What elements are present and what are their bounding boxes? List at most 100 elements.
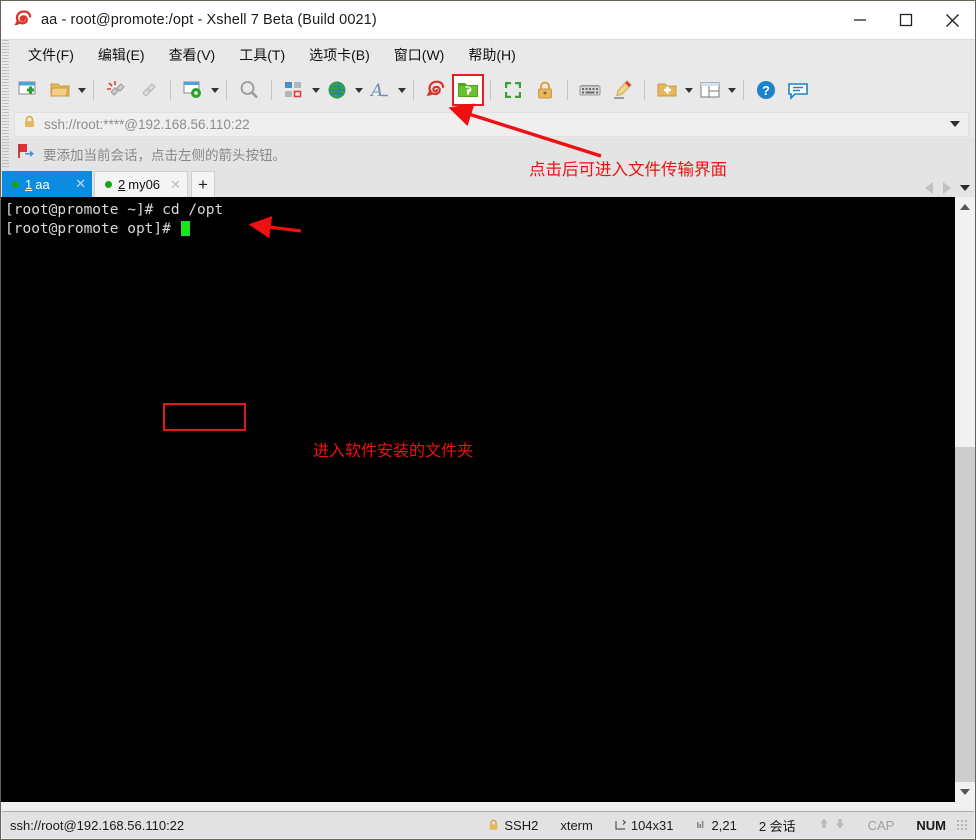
menu-item-file[interactable]: 文件(F) (18, 41, 84, 69)
toolbar-separator (644, 80, 645, 100)
globe-dropdown-icon[interactable] (353, 75, 364, 105)
svg-text:A: A (369, 81, 383, 101)
chevron-down-icon[interactable] (950, 121, 960, 127)
new-tab-button[interactable]: + (191, 171, 215, 197)
xftp-file-transfer-icon[interactable] (452, 74, 484, 106)
chevron-right-icon[interactable] (940, 180, 953, 195)
highlight-pen-icon[interactable] (606, 75, 638, 105)
font-icon[interactable]: A (364, 75, 396, 105)
chevron-down-icon[interactable] (958, 180, 971, 195)
annotation-file-transfer: 点击后可进入文件传输界面 (529, 160, 727, 179)
fullscreen-icon[interactable] (497, 75, 529, 105)
layout-arrange-dropdown-icon[interactable] (310, 75, 321, 105)
toolbar: A ? (1, 70, 975, 110)
status-cursor-label: 2,21 (711, 817, 737, 833)
status-protocol: SSH2 (488, 818, 538, 833)
status-terminal-type: xterm (560, 818, 593, 833)
window-title: aa - root@promote:/opt - Xshell 7 Beta (… (41, 12, 377, 28)
menu-item-help[interactable]: 帮助(H) (458, 41, 525, 69)
xshell-logo-icon (13, 10, 33, 30)
flag-arrow-icon (17, 142, 35, 165)
minimize-icon[interactable] (837, 1, 883, 39)
toolbar-separator (226, 80, 227, 100)
toolbar-separator (170, 80, 171, 100)
status-right-group: SSH2 xterm 104x31 2,21 2 会话 CAP NUM (466, 816, 974, 835)
menu-item-tabs[interactable]: 选项卡(B) (299, 41, 380, 69)
lock-icon[interactable] (529, 75, 561, 105)
add-folder-icon[interactable] (651, 75, 683, 105)
resize-grip-icon[interactable] (956, 819, 968, 831)
tab-number: 2 (118, 177, 126, 192)
add-folder-dropdown-icon[interactable] (683, 75, 694, 105)
status-size-label: 104x31 (630, 817, 674, 833)
transfer-up-icon (818, 817, 830, 833)
toolbar-separator (567, 80, 568, 100)
session-properties-dropdown-icon[interactable] (209, 75, 220, 105)
maximize-icon[interactable] (883, 1, 929, 39)
tab-status-dot (12, 180, 19, 188)
menu-item-view[interactable]: 查看(V) (159, 41, 226, 69)
address-bar[interactable]: ssh://root:****@192.168.56.110:22 (14, 111, 969, 137)
title-bar: aa - root@promote:/opt - Xshell 7 Beta (… (1, 1, 975, 39)
terminal-command: cd /opt (162, 202, 224, 218)
keyboard-icon[interactable] (574, 75, 606, 105)
cursor-position-icon (696, 819, 707, 831)
close-icon[interactable] (929, 1, 975, 39)
chat-bubble-icon[interactable] (782, 75, 814, 105)
toolbar-separator (743, 80, 744, 100)
reconnect-link-icon[interactable] (132, 75, 164, 105)
tab-close-icon[interactable]: ✕ (65, 176, 86, 192)
scrollbar-thumb[interactable] (955, 447, 975, 787)
find-icon[interactable] (233, 75, 265, 105)
open-folder-dropdown-icon[interactable] (76, 75, 87, 105)
new-session-icon[interactable] (12, 75, 44, 105)
status-protocol-label: SSH2 (504, 817, 539, 833)
transfer-down-icon (834, 817, 846, 833)
tab-label: my06 (128, 177, 161, 192)
menu-item-edit[interactable]: 编辑(E) (88, 41, 155, 69)
terminal-screen[interactable]: [root@promote ~]# cd /opt [root@promote … (1, 197, 954, 802)
status-terminal-type-label: xterm (560, 817, 593, 833)
menu-item-window[interactable]: 窗口(W) (384, 41, 455, 69)
svg-text:?: ? (762, 83, 770, 98)
menu-bar: 文件(F) 编辑(E) 查看(V) 工具(T) 选项卡(B) 窗口(W) 帮助(… (1, 39, 975, 70)
toolbar-separator (413, 80, 414, 100)
xshell-icon[interactable] (420, 75, 452, 105)
split-view-dropdown-icon[interactable] (726, 75, 737, 105)
tab-aa[interactable]: 1 aa ✕ (2, 171, 92, 197)
status-num-indicator: NUM (916, 817, 946, 833)
lock-icon (488, 819, 499, 831)
tab-close-icon[interactable]: ✕ (160, 177, 181, 193)
terminal-line: [root@promote ~]# cd /opt (5, 201, 954, 220)
tab-number: 1 (25, 176, 33, 192)
tab-status-dot (105, 181, 112, 188)
status-size: 104x31 (615, 818, 674, 833)
scroll-up-icon[interactable] (955, 197, 975, 217)
annotation-enter-folder: 进入软件安装的文件夹 (313, 441, 474, 460)
terminal-cursor (180, 221, 190, 236)
tab-my06[interactable]: 2 my06 ✕ (94, 171, 188, 197)
status-cursor-position: 2,21 (696, 818, 737, 833)
disconnect-icon[interactable] (100, 75, 132, 105)
address-bar-row: ssh://root:****@192.168.56.110:22 (1, 110, 975, 138)
help-icon[interactable]: ? (750, 75, 782, 105)
terminal-area: [root@promote ~]# cd /opt [root@promote … (1, 197, 975, 802)
terminal-prompt: [root@promote opt]# (5, 221, 180, 237)
split-view-icon[interactable] (694, 75, 726, 105)
font-dropdown-icon[interactable] (396, 75, 407, 105)
toolbar-separator (271, 80, 272, 100)
layout-arrange-icon[interactable] (278, 75, 310, 105)
globe-icon[interactable] (321, 75, 353, 105)
hint-bar: 要添加当前会话，点击左侧的箭头按钮。 (1, 138, 975, 169)
status-cap-indicator: CAP (867, 817, 895, 833)
menu-item-tools[interactable]: 工具(T) (229, 41, 295, 69)
open-folder-icon[interactable] (44, 75, 76, 105)
status-sessions: 2 会话 (759, 816, 796, 835)
terminal-prompt: [root@promote ~]# (5, 202, 163, 218)
hint-text: 要添加当前会话，点击左侧的箭头按钮。 (43, 147, 286, 163)
chevron-left-icon[interactable] (922, 180, 935, 195)
status-bar: ssh://root@192.168.56.110:22 SSH2 xterm (2, 811, 974, 838)
scroll-down-icon[interactable] (955, 782, 975, 802)
terminal-scrollbar[interactable] (954, 197, 975, 802)
session-properties-icon[interactable] (177, 75, 209, 105)
